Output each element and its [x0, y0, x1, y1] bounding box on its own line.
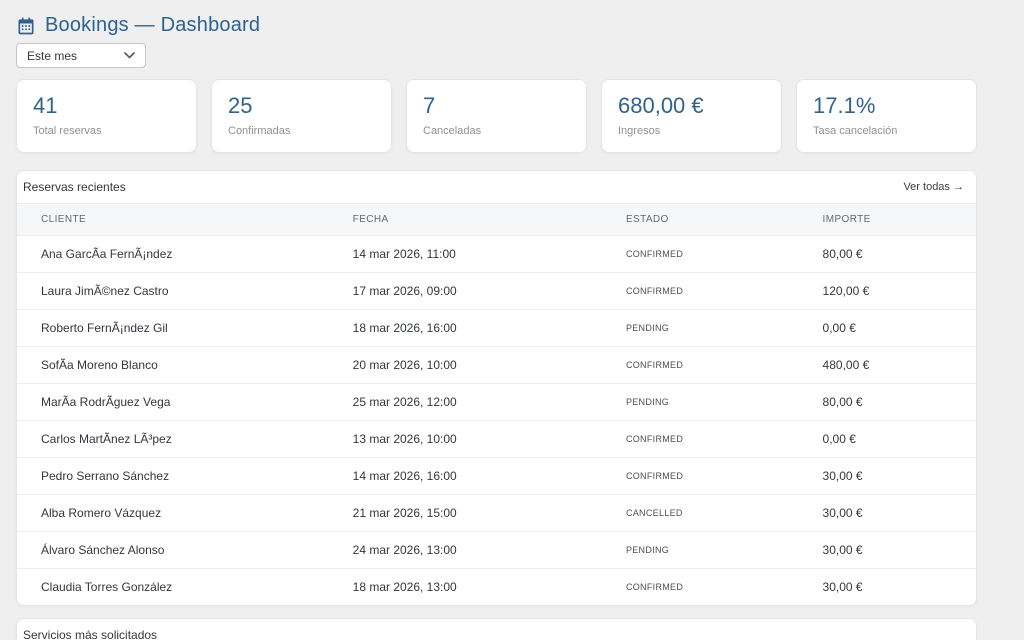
- period-select-value: Este mes: [27, 49, 77, 63]
- top-services-panel: Servicios más solicitados SERVICIO RESER…: [16, 618, 977, 640]
- cell-importe: 30,00 €: [823, 458, 976, 495]
- cell-estado: PENDING: [626, 310, 823, 347]
- period-select[interactable]: Este mes: [16, 43, 146, 68]
- cell-estado: PENDING: [626, 384, 823, 421]
- panel-title: Servicios más solicitados: [23, 628, 157, 640]
- stat-label: Tasa cancelación: [813, 125, 960, 137]
- cell-fecha: 17 mar 2026, 09:00: [353, 273, 626, 310]
- recent-bookings-table: CLIENTE FECHA ESTADO IMPORTE Ana GarcÃa …: [17, 203, 976, 605]
- cell-importe: 80,00 €: [823, 236, 976, 273]
- column-header-cliente: CLIENTE: [17, 204, 353, 236]
- stat-card-tasa-cancelacion: 17.1% Tasa cancelación: [796, 79, 977, 153]
- table-row: Álvaro Sánchez Alonso 24 mar 2026, 13:00…: [17, 532, 976, 569]
- cell-estado: CONFIRMED: [626, 421, 823, 458]
- cell-cliente: Laura JimÃ©nez Castro: [17, 273, 353, 310]
- cell-estado: CONFIRMED: [626, 273, 823, 310]
- cell-estado: PENDING: [626, 532, 823, 569]
- cell-importe: 30,00 €: [823, 495, 976, 532]
- cell-importe: 120,00 €: [823, 273, 976, 310]
- cell-importe: 0,00 €: [823, 421, 976, 458]
- stat-value: 17.1%: [813, 93, 960, 119]
- cell-fecha: 14 mar 2026, 11:00: [353, 236, 626, 273]
- table-row: Laura JimÃ©nez Castro 17 mar 2026, 09:00…: [17, 273, 976, 310]
- cell-fecha: 18 mar 2026, 16:00: [353, 310, 626, 347]
- panel-title: Reservas recientes: [23, 180, 126, 194]
- column-header-fecha: FECHA: [353, 204, 626, 236]
- stat-label: Total reservas: [33, 125, 180, 137]
- stat-value: 7: [423, 93, 570, 119]
- table-row: Carlos MartÃnez LÃ³pez 13 mar 2026, 10:0…: [17, 421, 976, 458]
- cell-fecha: 21 mar 2026, 15:00: [353, 495, 626, 532]
- cell-fecha: 25 mar 2026, 12:00: [353, 384, 626, 421]
- cell-cliente: SofÃa Moreno Blanco: [17, 347, 353, 384]
- stat-label: Confirmadas: [228, 125, 375, 137]
- table-row: Pedro Serrano Sánchez 14 mar 2026, 16:00…: [17, 458, 976, 495]
- top-services-panel-header: Servicios más solicitados: [17, 619, 976, 640]
- cell-estado: CANCELLED: [626, 495, 823, 532]
- cell-cliente: Alba Romero Vázquez: [17, 495, 353, 532]
- cell-estado: CONFIRMED: [626, 347, 823, 384]
- cell-importe: 80,00 €: [823, 384, 976, 421]
- page-title: Bookings — Dashboard: [45, 14, 260, 37]
- cell-fecha: 20 mar 2026, 10:00: [353, 347, 626, 384]
- table-row: Roberto FernÃ¡ndez Gil 18 mar 2026, 16:0…: [17, 310, 976, 347]
- cell-estado: CONFIRMED: [626, 569, 823, 606]
- recent-bookings-panel: Reservas recientes Ver todas → CLIENTE F…: [16, 170, 977, 606]
- chevron-down-icon: [124, 52, 135, 59]
- table-row: MarÃa RodrÃguez Vega 25 mar 2026, 12:00 …: [17, 384, 976, 421]
- cell-cliente: MarÃa RodrÃguez Vega: [17, 384, 353, 421]
- column-header-estado: ESTADO: [626, 204, 823, 236]
- cell-fecha: 24 mar 2026, 13:00: [353, 532, 626, 569]
- calendar-icon: [16, 16, 36, 36]
- cell-fecha: 14 mar 2026, 16:00: [353, 458, 626, 495]
- cell-cliente: Claudia Torres González: [17, 569, 353, 606]
- cell-cliente: Carlos MartÃnez LÃ³pez: [17, 421, 353, 458]
- cell-importe: 30,00 €: [823, 532, 976, 569]
- table-row: Claudia Torres González 18 mar 2026, 13:…: [17, 569, 976, 606]
- column-header-importe: IMPORTE: [823, 204, 976, 236]
- stat-card-total-reservas: 41 Total reservas: [16, 79, 197, 153]
- stat-label: Ingresos: [618, 125, 765, 137]
- recent-table-body: Ana GarcÃa FernÃ¡ndez 14 mar 2026, 11:00…: [17, 236, 976, 606]
- stat-label: Canceladas: [423, 125, 570, 137]
- cell-importe: 480,00 €: [823, 347, 976, 384]
- stat-card-confirmadas: 25 Confirmadas: [211, 79, 392, 153]
- cell-cliente: Ana GarcÃa FernÃ¡ndez: [17, 236, 353, 273]
- app-header: Bookings — Dashboard: [16, 14, 977, 37]
- stat-value: 25: [228, 93, 375, 119]
- table-row: Ana GarcÃa FernÃ¡ndez 14 mar 2026, 11:00…: [17, 236, 976, 273]
- cell-fecha: 18 mar 2026, 13:00: [353, 569, 626, 606]
- recent-bookings-panel-header: Reservas recientes Ver todas →: [17, 171, 976, 203]
- cell-cliente: Pedro Serrano Sánchez: [17, 458, 353, 495]
- cell-cliente: Roberto FernÃ¡ndez Gil: [17, 310, 353, 347]
- stat-value: 680,00 €: [618, 93, 765, 119]
- cell-fecha: 13 mar 2026, 10:00: [353, 421, 626, 458]
- dashboard-page: Bookings — Dashboard Este mes 41 Total r…: [0, 0, 977, 640]
- recent-bookings-table-head: CLIENTE FECHA ESTADO IMPORTE: [17, 204, 976, 236]
- stat-card-canceladas: 7 Canceladas: [406, 79, 587, 153]
- cell-cliente: Álvaro Sánchez Alonso: [17, 532, 353, 569]
- view-all-link[interactable]: Ver todas →: [903, 181, 964, 193]
- stats-row: 41 Total reservas 25 Confirmadas 7 Cance…: [16, 79, 977, 153]
- table-row: Alba Romero Vázquez 21 mar 2026, 15:00 C…: [17, 495, 976, 532]
- stat-card-ingresos: 680,00 € Ingresos: [601, 79, 782, 153]
- cell-importe: 0,00 €: [823, 310, 976, 347]
- cell-importe: 30,00 €: [823, 569, 976, 606]
- cell-estado: CONFIRMED: [626, 458, 823, 495]
- cell-estado: CONFIRMED: [626, 236, 823, 273]
- table-row: SofÃa Moreno Blanco 20 mar 2026, 10:00 C…: [17, 347, 976, 384]
- stat-value: 41: [33, 93, 180, 119]
